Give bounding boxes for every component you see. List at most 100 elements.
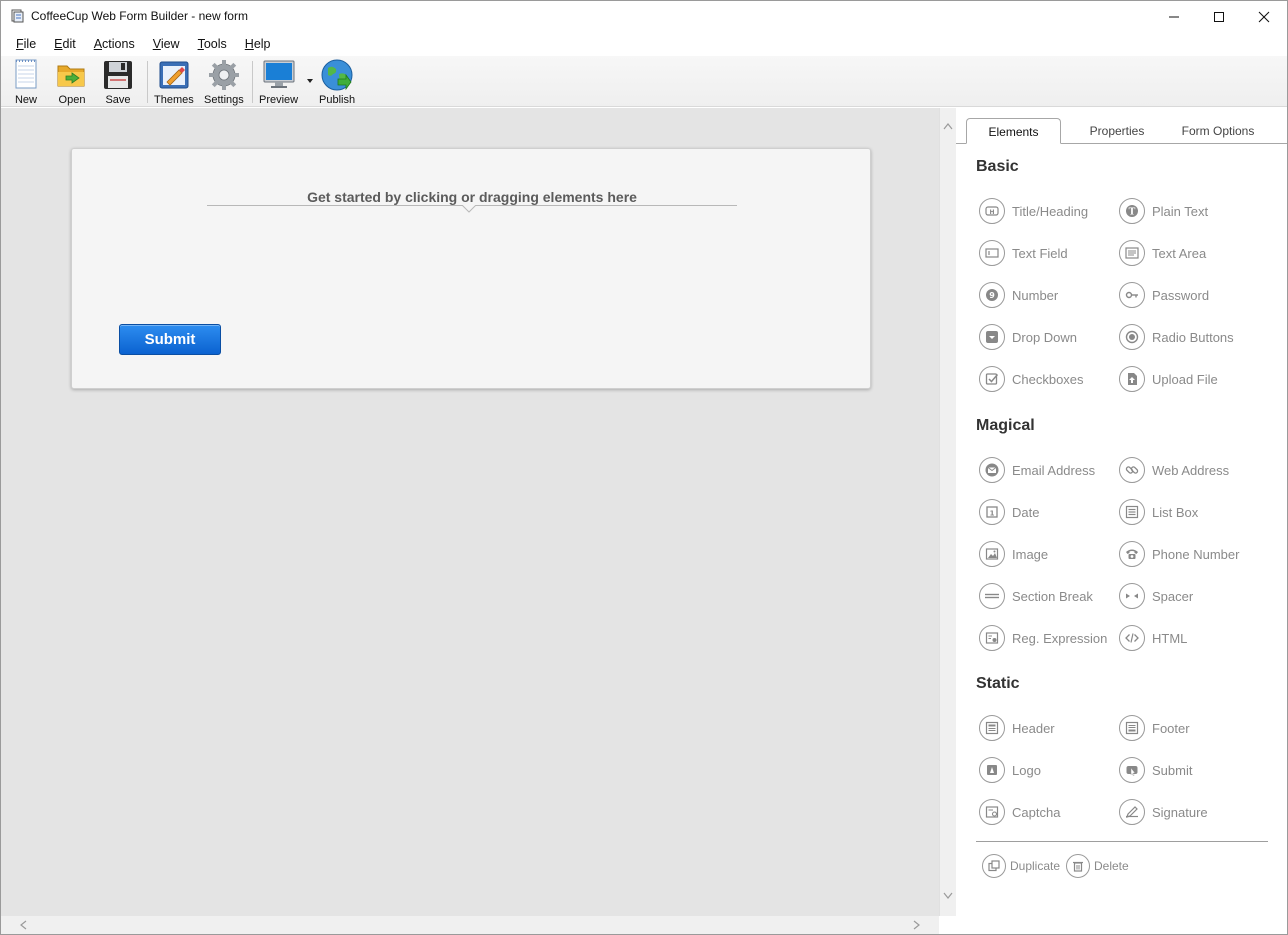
element-number[interactable]: 9 Number	[979, 281, 1058, 309]
settings-label: Settings	[204, 94, 244, 106]
vertical-scrollbar[interactable]	[939, 108, 956, 916]
globe-icon	[321, 59, 353, 91]
title-bar: CoffeeCup Web Form Builder - new form	[1, 1, 1287, 32]
svg-text:H: H	[989, 209, 994, 216]
close-icon	[1258, 11, 1270, 22]
element-web-address[interactable]: Web Address	[1119, 456, 1229, 484]
spacer-icon	[1126, 593, 1138, 599]
element-email-address[interactable]: Email Address	[979, 456, 1095, 484]
element-image[interactable]: Image	[979, 540, 1048, 568]
menu-actions[interactable]: Actions	[85, 32, 144, 56]
submit-icon	[1126, 766, 1138, 776]
toolbar: New Open Save Themes Settings Preview Pu…	[1, 56, 1287, 107]
section-basic-title: Basic	[976, 158, 1019, 175]
form-preview[interactable]: Get started by clicking or dragging elem…	[71, 148, 871, 389]
list-box-icon	[1125, 505, 1139, 519]
scroll-right-icon[interactable]	[913, 920, 921, 930]
menu-view[interactable]: View	[144, 32, 189, 56]
publish-button[interactable]: Publish	[319, 58, 355, 106]
save-button[interactable]: Save	[101, 58, 135, 106]
scroll-down-icon[interactable]	[943, 892, 953, 900]
panel-divider	[976, 841, 1268, 842]
element-captcha[interactable]: Captcha	[979, 798, 1060, 826]
element-date[interactable]: 1 Date	[979, 498, 1039, 526]
element-spacer[interactable]: Spacer	[1119, 582, 1193, 610]
maximize-button[interactable]	[1196, 1, 1242, 32]
toolbar-separator	[252, 61, 253, 103]
scroll-up-icon[interactable]	[943, 122, 953, 130]
section-static-title: Static	[976, 675, 1020, 692]
close-button[interactable]	[1241, 1, 1287, 32]
publish-label: Publish	[319, 94, 356, 106]
panel-tabs: Elements Properties Form Options	[956, 118, 1287, 144]
horizontal-scrollbar[interactable]	[1, 916, 939, 934]
calendar-icon: 1	[986, 506, 998, 518]
number-icon: 9	[986, 289, 998, 301]
tab-properties[interactable]: Properties	[1072, 118, 1162, 144]
element-logo[interactable]: Logo	[979, 756, 1041, 784]
element-text-area[interactable]: Text Area	[1119, 239, 1206, 267]
element-section-break[interactable]: Section Break	[979, 582, 1093, 610]
element-drop-down[interactable]: Drop Down	[979, 323, 1077, 351]
heading-icon: H	[985, 206, 999, 216]
maximize-icon	[1214, 11, 1224, 22]
element-header[interactable]: Header	[979, 714, 1055, 742]
phone-icon	[1126, 549, 1138, 559]
element-radio-buttons[interactable]: Radio Buttons	[1119, 323, 1234, 351]
element-upload-file[interactable]: Upload File	[1119, 365, 1218, 393]
code-icon	[1125, 633, 1139, 643]
element-signature[interactable]: Signature	[1119, 798, 1208, 826]
tab-elements[interactable]: Elements	[966, 118, 1061, 144]
preview-label: Preview	[259, 94, 299, 106]
menu-tools[interactable]: Tools	[189, 32, 236, 56]
trash-icon	[1073, 861, 1083, 872]
settings-button[interactable]: Settings	[204, 58, 244, 106]
logo-icon	[987, 765, 997, 775]
hint-pointer-icon	[462, 205, 476, 213]
form-canvas[interactable]: Get started by clicking or dragging elem…	[1, 108, 939, 916]
toolbar-separator	[147, 61, 148, 103]
menu-file[interactable]: File	[7, 32, 45, 56]
element-submit[interactable]: Submit	[1119, 756, 1192, 784]
scroll-left-icon[interactable]	[19, 920, 27, 930]
open-folder-icon	[57, 65, 85, 87]
checkbox-icon	[985, 373, 999, 385]
save-label: Save	[105, 94, 131, 106]
duplicate-button[interactable]: Duplicate	[982, 853, 1060, 879]
element-footer[interactable]: Footer	[1119, 714, 1190, 742]
element-html[interactable]: HTML	[1119, 624, 1187, 652]
minimize-button[interactable]	[1151, 1, 1197, 32]
preview-button[interactable]: Preview	[259, 58, 298, 106]
envelope-icon	[985, 463, 999, 477]
app-window: CoffeeCup Web Form Builder - new form Fi…	[0, 0, 1288, 935]
element-text-field[interactable]: Text Field	[979, 239, 1068, 267]
upload-file-icon	[1128, 373, 1137, 385]
gear-icon	[208, 60, 239, 90]
canvas-hint: Get started by clicking or dragging elem…	[307, 189, 637, 205]
signature-icon	[1126, 806, 1138, 818]
app-icon	[11, 9, 24, 23]
form-submit-button[interactable]: Submit	[119, 324, 221, 355]
element-plain-text[interactable]: T Plain Text	[1119, 197, 1208, 225]
menu-help[interactable]: Help	[236, 32, 280, 56]
menu-edit[interactable]: Edit	[45, 32, 85, 56]
element-list-box[interactable]: List Box	[1119, 498, 1198, 526]
minimize-icon	[1169, 16, 1179, 17]
element-checkboxes[interactable]: Checkboxes	[979, 365, 1084, 393]
section-magical-title: Magical	[976, 417, 1035, 434]
element-title-heading[interactable]: H Title/Heading	[979, 197, 1088, 225]
dropdown-icon	[986, 331, 998, 343]
menu-bar: File Edit Actions View Tools Help	[1, 32, 1287, 56]
preview-dropdown-icon[interactable]	[306, 78, 314, 84]
element-phone-number[interactable]: Phone Number	[1119, 540, 1239, 568]
themes-button[interactable]: Themes	[154, 58, 194, 106]
element-reg-expression[interactable]: Reg. Expression	[979, 624, 1107, 652]
open-button[interactable]: Open	[55, 58, 89, 106]
element-password[interactable]: Password	[1119, 281, 1209, 309]
new-label: New	[14, 94, 37, 106]
tab-form-options[interactable]: Form Options	[1172, 118, 1264, 144]
svg-text:1: 1	[990, 510, 995, 518]
delete-button[interactable]: Delete	[1066, 853, 1129, 879]
themes-icon	[159, 61, 189, 89]
new-button[interactable]: New	[9, 58, 43, 106]
